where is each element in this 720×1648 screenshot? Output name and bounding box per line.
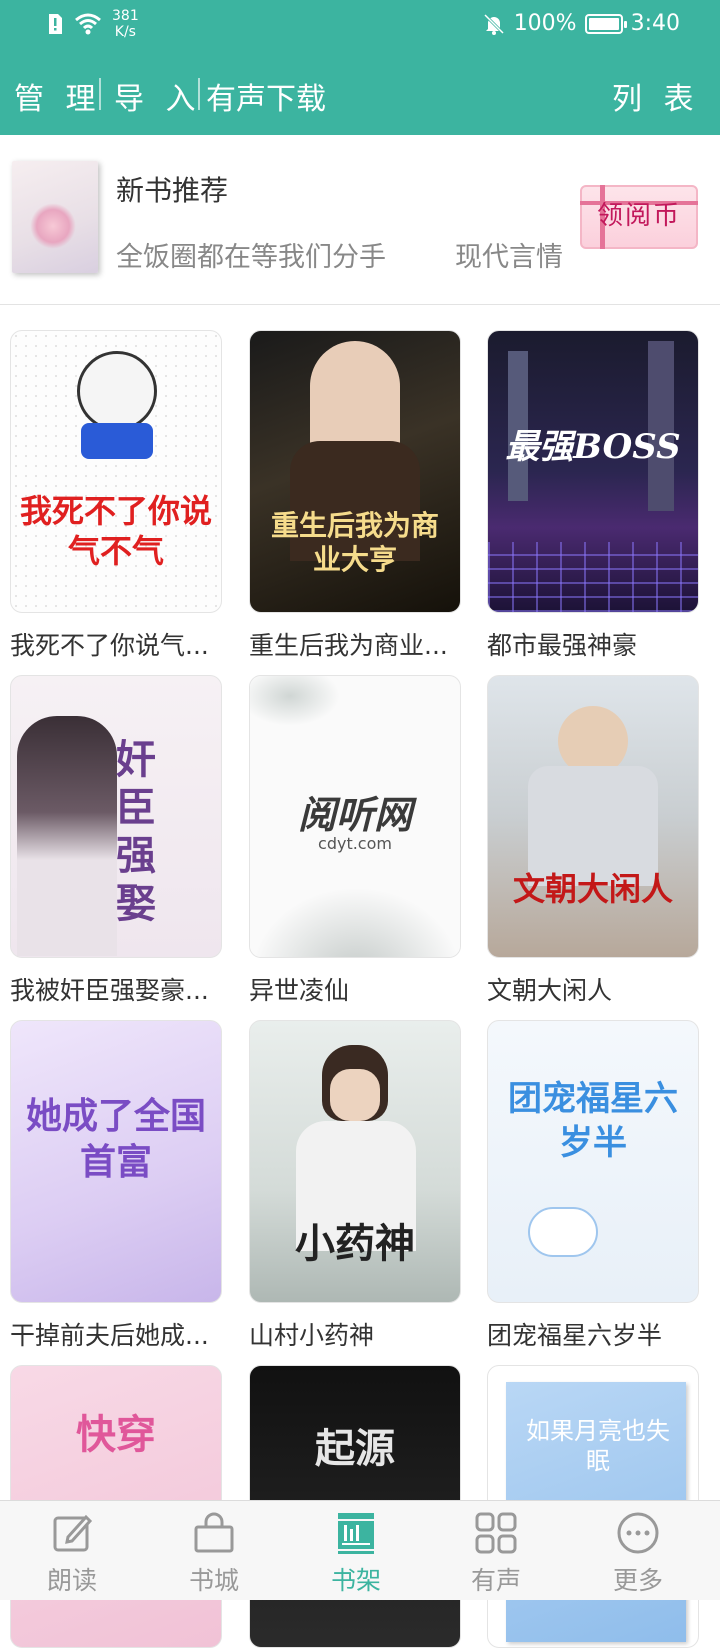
grid-icon	[475, 1512, 517, 1554]
nav-store-label: 书城	[188, 1566, 239, 1595]
book-cover[interactable]: 我死不了你说气不气	[10, 330, 222, 613]
book-cover[interactable]: 小药神	[249, 1020, 461, 1303]
network-speed: 381 K/s	[112, 8, 139, 40]
recommend-book-title: 全饭圈都在等我们分手	[116, 242, 386, 273]
book-title: 我被奸臣强娶豪...	[10, 976, 209, 1005]
book-cover[interactable]: 阅听网 cdyt.com	[249, 675, 461, 958]
new-book-recommendation[interactable]: 新书推荐 全饭圈都在等我们分手 现代言情 领阅币	[0, 135, 720, 305]
cover-title: 她成了全国首富	[25, 1095, 206, 1183]
sim-alert-icon	[49, 14, 62, 34]
nav-audio[interactable]: 有声	[424, 1501, 568, 1601]
wifi-icon	[75, 13, 101, 35]
toolbar-divider	[99, 78, 101, 110]
import-button[interactable]: 导 入	[114, 74, 202, 118]
nav-audio-label: 有声	[470, 1566, 521, 1595]
book-title: 异世凌仙	[249, 976, 350, 1005]
battery-percent: 100%	[513, 11, 577, 36]
nav-read-label: 朗读	[46, 1566, 97, 1595]
book-cover[interactable]: 团宠福星六岁半	[487, 1020, 699, 1303]
bottom-navigation: 朗读 书城 书架 有声 更多	[0, 1500, 720, 1600]
cover-title: 如果月亮也失眠	[526, 1417, 670, 1475]
cover-title: 小药神	[295, 1220, 415, 1267]
nav-shelf[interactable]: 书架	[284, 1501, 428, 1601]
nav-store[interactable]: 书城	[142, 1501, 286, 1601]
book-title: 我死不了你说气...	[10, 631, 209, 660]
book-cover[interactable]: 她成了全国首富	[10, 1020, 222, 1303]
cover-subtitle: cdyt.com	[318, 834, 392, 853]
cover-title: 文朝大闲人	[512, 870, 673, 908]
cover-title: 起源	[315, 1425, 395, 1472]
more-icon	[617, 1512, 659, 1554]
edit-icon	[53, 1514, 93, 1552]
cover-title: 团宠福星六岁半	[508, 1079, 678, 1163]
claim-coins-button[interactable]: 领阅币	[580, 185, 698, 249]
status-bar: 381 K/s 100% 3:40	[0, 0, 720, 50]
bookshelf-icon	[338, 1513, 374, 1554]
recommend-heading: 新书推荐	[116, 174, 229, 207]
net-speed-unit: K/s	[114, 24, 136, 40]
book-cover[interactable]: 重生后我为商业大亨	[249, 330, 461, 613]
status-right: 100% 3:40	[482, 11, 680, 36]
book-cover[interactable]: 文朝大闲人	[487, 675, 699, 958]
shelf-toolbar: 管 理 导 入 有声下载 列 表	[0, 68, 720, 118]
book-cover[interactable]: 奸臣强娶	[10, 675, 222, 958]
book-title: 文朝大闲人	[487, 976, 613, 1005]
nav-shelf-label: 书架	[330, 1566, 381, 1595]
shopping-bag-icon	[194, 1512, 234, 1553]
claim-coins-label: 领阅币	[596, 201, 681, 231]
book-title: 干掉前夫后她成...	[10, 1321, 209, 1350]
toolbar-divider	[198, 78, 200, 110]
mute-bell-icon	[483, 13, 504, 35]
cover-title: 快穿	[76, 1411, 156, 1458]
clock: 3:40	[630, 11, 680, 36]
cover-title: 阅听网	[297, 792, 412, 837]
battery-icon	[584, 13, 627, 34]
book-title: 团宠福星六岁半	[487, 1321, 663, 1350]
audio-download-button[interactable]: 有声下载	[206, 74, 326, 118]
cover-title: 最强BOSS	[505, 427, 681, 467]
nav-more[interactable]: 更多	[566, 1501, 710, 1601]
cover-title: 奸臣强娶	[116, 736, 156, 927]
nav-more-label: 更多	[612, 1566, 663, 1595]
cover-title: 我死不了你说气不气	[19, 492, 212, 570]
list-view-button[interactable]: 列 表	[612, 74, 700, 118]
book-title: 山村小药神	[249, 1321, 375, 1350]
book-cover[interactable]: 最强BOSS	[487, 330, 699, 613]
book-title: 重生后我为商业...	[249, 631, 448, 660]
nav-read[interactable]: 朗读	[0, 1501, 144, 1601]
cover-title: 重生后我为商业大亨	[270, 509, 439, 576]
book-title: 都市最强神豪	[487, 631, 638, 660]
status-left: 381 K/s	[46, 8, 139, 40]
net-speed-value: 381	[112, 8, 139, 24]
recommend-cover[interactable]	[12, 161, 98, 273]
recommend-genre: 现代言情	[455, 242, 563, 273]
manage-button[interactable]: 管 理	[14, 74, 102, 118]
app-header: 381 K/s 100% 3:40 管 理 导 入 有声下载 列 表	[0, 0, 720, 135]
